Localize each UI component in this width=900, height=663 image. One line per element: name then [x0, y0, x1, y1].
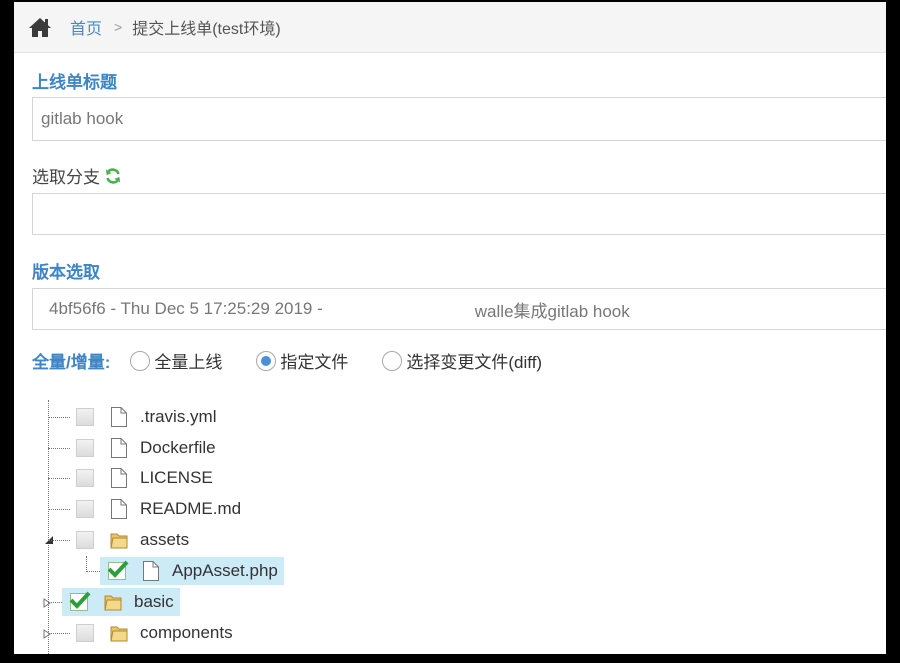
tree-item-checkbox[interactable]: [76, 408, 94, 426]
version-select[interactable]: 4bf56f6 - Thu Dec 5 17:25:29 2019 - wall…: [32, 288, 886, 330]
tree-connector: [48, 632, 70, 634]
radio-full[interactable]: [130, 350, 151, 371]
version-hash: 4bf56f6 - Thu Dec 5 17:25:29 2019 -: [49, 299, 323, 318]
title-input[interactable]: gitlab hook: [32, 97, 886, 141]
tree-connector: [48, 477, 70, 479]
mode-option-specify[interactable]: 指定文件: [256, 348, 348, 373]
file-tree: .travis.yml Dockerfile LICENSE README.md: [43, 400, 644, 654]
check-icon: [69, 591, 91, 609]
branch-select[interactable]: [32, 193, 886, 235]
tree-connector: [48, 447, 70, 449]
tree-connector: [48, 416, 70, 418]
tree-connector: [48, 539, 70, 541]
mode-label: 全量/增量:: [32, 353, 111, 372]
tree-item-label: basic: [134, 592, 174, 611]
tree-item-label: components: [140, 623, 233, 642]
tree-item-checkbox[interactable]: [76, 439, 94, 457]
tree-item-checkbox[interactable]: [76, 469, 94, 487]
mode-option-label: 指定文件: [280, 353, 349, 372]
tree-item[interactable]: assets: [48, 526, 189, 554]
tree-item-checkbox[interactable]: [76, 500, 94, 518]
tree-item[interactable]: LICENSE: [48, 464, 213, 492]
tree-item-label: assets: [140, 530, 190, 549]
check-icon: [107, 560, 129, 578]
mode-row: 全量/增量: 全量上线 指定文件 选择变更文件(diff): [32, 348, 542, 373]
tree-item[interactable]: components: [48, 619, 233, 647]
branch-label-text: 选取分支: [32, 168, 100, 187]
tree-item-label: .travis.yml: [140, 407, 217, 426]
mode-option-label: 选择变更文件(diff): [406, 353, 543, 372]
title-input-value: gitlab hook: [41, 109, 124, 128]
mode-option-full[interactable]: 全量上线: [130, 348, 222, 373]
tree-connector: [48, 601, 62, 603]
tree-item-label: AppAsset.php: [172, 561, 278, 580]
breadcrumb-home-link[interactable]: 首页: [70, 15, 102, 39]
folder-icon: [104, 595, 122, 611]
radio-diff[interactable]: [382, 350, 403, 371]
branch-label: 选取分支: [32, 163, 122, 188]
title-label: 上线单标题: [32, 73, 117, 92]
radio-specify[interactable]: [256, 350, 277, 371]
tree-item-checkbox-checked[interactable]: [69, 591, 91, 611]
tree-item-label: LICENSE: [140, 468, 213, 487]
tree-item[interactable]: Dockerfile: [48, 434, 216, 462]
file-icon: [111, 407, 127, 427]
mode-option-label: 全量上线: [154, 353, 223, 372]
tree-item-label: README.md: [140, 499, 242, 518]
tree-item[interactable]: README.md: [48, 495, 241, 523]
tree-item-checkbox[interactable]: [76, 531, 94, 549]
tree-item-highlight[interactable]: AppAsset.php: [100, 557, 284, 585]
file-icon: [111, 438, 127, 458]
folder-icon: [110, 533, 128, 549]
file-icon: [143, 561, 159, 581]
tree-item-checkbox-checked[interactable]: [107, 560, 129, 580]
home-icon[interactable]: [28, 16, 52, 38]
tree-item-label: Dockerfile: [140, 438, 216, 457]
tree-item-selected[interactable]: AppAsset.php: [86, 557, 284, 585]
version-message: walle集成gitlab hook: [474, 301, 630, 321]
refresh-icon[interactable]: [104, 167, 122, 185]
mode-option-diff[interactable]: 选择变更文件(diff): [382, 348, 542, 373]
deploy-window: 首页 > 提交上线单(test环境) 上线单标题 gitlab hook 选取分…: [14, 2, 886, 654]
breadcrumb-separator: >: [114, 19, 123, 35]
file-icon: [111, 468, 127, 488]
tree-item-checkbox[interactable]: [76, 624, 94, 642]
version-label: 版本选取: [32, 263, 100, 282]
file-icon: [111, 499, 127, 519]
tree-connector: [86, 570, 100, 572]
tree-item[interactable]: .travis.yml: [48, 403, 217, 431]
tree-item-highlight[interactable]: basic: [62, 588, 180, 616]
folder-icon: [110, 626, 128, 642]
tree-item-selected[interactable]: basic: [48, 588, 180, 616]
tree-connector: [48, 508, 70, 510]
breadcrumb-current: 提交上线单(test环境): [132, 21, 281, 38]
breadcrumb: 首页 > 提交上线单(test环境): [14, 2, 886, 53]
